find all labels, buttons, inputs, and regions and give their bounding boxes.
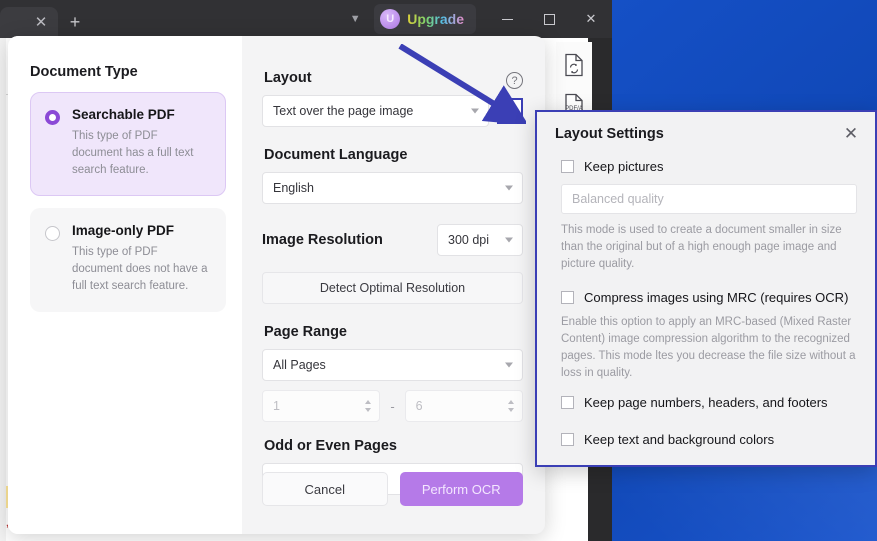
page-range-to-input[interactable]: 6 <box>404 390 523 422</box>
perform-ocr-label: Perform OCR <box>421 481 501 497</box>
document-type-panel: Document Type Searchable PDF This type o… <box>8 36 242 534</box>
tab-close-icon[interactable]: ✕ <box>32 14 50 32</box>
doctype-description: This type of PDF document does not have … <box>72 246 208 292</box>
layout-select-value: Text over the page image <box>273 104 414 118</box>
chevron-down-icon <box>505 185 513 191</box>
screen-root: te d os a sh w os str nt io T er an eri … <box>0 0 877 541</box>
page-range-to-value: 6 <box>415 399 423 413</box>
avatar: U <box>380 9 401 29</box>
minimize-button[interactable] <box>486 0 528 38</box>
layout-title: Layout <box>264 70 312 86</box>
doctype-name: Image-only PDF <box>72 223 175 238</box>
help-icon[interactable]: ? <box>506 72 523 89</box>
keep-page-numbers-row[interactable]: Keep page numbers, headers, and footers <box>561 394 857 411</box>
new-tab-icon[interactable]: + <box>58 7 92 38</box>
keep-colors-label: Keep text and background colors <box>584 432 775 447</box>
doctype-description: This type of PDF document has a full tex… <box>72 130 194 176</box>
document-type-title: Document Type <box>30 64 138 80</box>
layout-select[interactable]: Text over the page image <box>262 95 489 127</box>
perform-ocr-button[interactable]: Perform OCR <box>399 472 523 506</box>
ocr-options-panel: ? Layout Text over the page image Docume… <box>242 36 545 534</box>
layout-settings-header: Layout Settings ✕ <box>537 112 875 142</box>
upgrade-button[interactable]: U Upgrade <box>374 4 476 34</box>
document-language-value: English <box>273 181 314 195</box>
convert-document-icon[interactable] <box>561 50 587 80</box>
compress-mrc-row[interactable]: Compress images using MRC (requires OCR) <box>561 289 857 306</box>
keep-colors-checkbox[interactable] <box>561 433 574 446</box>
picture-quality-value: Balanced quality <box>572 192 664 206</box>
keep-page-numbers-label: Keep page numbers, headers, and footers <box>584 395 828 410</box>
chevron-down-icon <box>505 237 513 243</box>
page-range-value: All Pages <box>273 358 326 372</box>
page-range-from-input[interactable]: 1 <box>262 390 381 422</box>
close-icon[interactable]: ✕ <box>841 125 861 142</box>
document-left-gutter <box>0 38 6 541</box>
doctype-option-image-only-pdf[interactable]: Image-only PDF This type of PDF document… <box>30 208 226 312</box>
keep-page-numbers-checkbox[interactable] <box>561 396 574 409</box>
dialog-footer: Cancel Perform OCR <box>262 472 523 506</box>
keep-pictures-row[interactable]: Keep pictures <box>561 158 857 175</box>
image-resolution-value: 300 dpi <box>448 233 490 247</box>
chevron-down-icon <box>505 362 513 368</box>
title-bar: s ✕ + ▼ U Upgrade ✕ <box>0 0 612 38</box>
odd-or-even-title: Odd or Even Pages <box>264 438 397 454</box>
doctype-name: Searchable PDF <box>72 107 175 122</box>
quantity-stepper[interactable] <box>508 400 514 412</box>
window-close-button[interactable]: ✕ <box>570 0 612 38</box>
picture-quality-select[interactable]: Balanced quality <box>561 184 857 214</box>
detect-optimal-resolution-label: Detect Optimal Resolution <box>319 281 466 295</box>
page-range-select[interactable]: All Pages <box>262 349 523 381</box>
chevron-down-icon <box>471 108 479 114</box>
page-range-title: Page Range <box>264 324 347 340</box>
application-window: te d os a sh w os str nt io T er an eri … <box>0 0 612 541</box>
keep-pictures-label: Keep pictures <box>584 159 664 174</box>
chevron-down-icon[interactable]: ▼ <box>336 0 374 38</box>
ocr-settings-dialog: Document Type Searchable PDF This type o… <box>8 36 545 534</box>
gear-icon <box>506 106 517 116</box>
detect-optimal-resolution-button[interactable]: Detect Optimal Resolution <box>262 272 523 304</box>
upgrade-label: Upgrade <box>407 11 464 27</box>
maximize-button[interactable] <box>528 0 570 38</box>
compress-mrc-checkbox[interactable] <box>561 291 574 304</box>
page-range-inputs: 1 - 6 <box>262 390 523 422</box>
compress-mrc-helper-text: Enable this option to apply an MRC-based… <box>561 316 856 379</box>
picture-quality-select-wrap: Balanced quality <box>561 184 857 214</box>
quantity-stepper[interactable] <box>365 400 372 412</box>
browser-tab[interactable]: s ✕ <box>0 7 58 38</box>
keep-pictures-checkbox[interactable] <box>561 160 574 173</box>
page-range-separator: - <box>390 398 395 414</box>
document-language-select[interactable]: English <box>262 172 523 204</box>
image-resolution-title: Image Resolution <box>262 232 383 248</box>
radio-selected-icon[interactable] <box>45 110 60 125</box>
title-bar-right: ▼ U Upgrade ✕ <box>336 0 612 38</box>
layout-settings-gear-button[interactable] <box>497 98 523 124</box>
cancel-label: Cancel <box>304 481 345 497</box>
image-resolution-select[interactable]: 300 dpi <box>437 224 523 256</box>
doctype-option-searchable-pdf[interactable]: Searchable PDF This type of PDF document… <box>30 92 226 196</box>
layout-settings-panel: Layout Settings ✕ Keep pictures Balanced… <box>535 110 877 467</box>
document-language-title: Document Language <box>264 147 408 163</box>
keep-pictures-helper-text: This mode is used to create a document s… <box>561 224 842 270</box>
keep-colors-row[interactable]: Keep text and background colors <box>561 431 857 448</box>
radio-unselected-icon[interactable] <box>45 226 60 241</box>
layout-settings-title: Layout Settings <box>555 125 664 142</box>
tab-strip: s ✕ + <box>0 0 92 38</box>
layout-row: Text over the page image <box>262 95 523 127</box>
compress-mrc-label: Compress images using MRC (requires OCR) <box>584 290 849 305</box>
page-range-from-value: 1 <box>273 399 280 413</box>
image-resolution-row: Image Resolution 300 dpi <box>262 224 523 256</box>
cancel-button[interactable]: Cancel <box>262 472 388 506</box>
layout-settings-body: Keep pictures Balanced quality This mode… <box>537 142 875 448</box>
